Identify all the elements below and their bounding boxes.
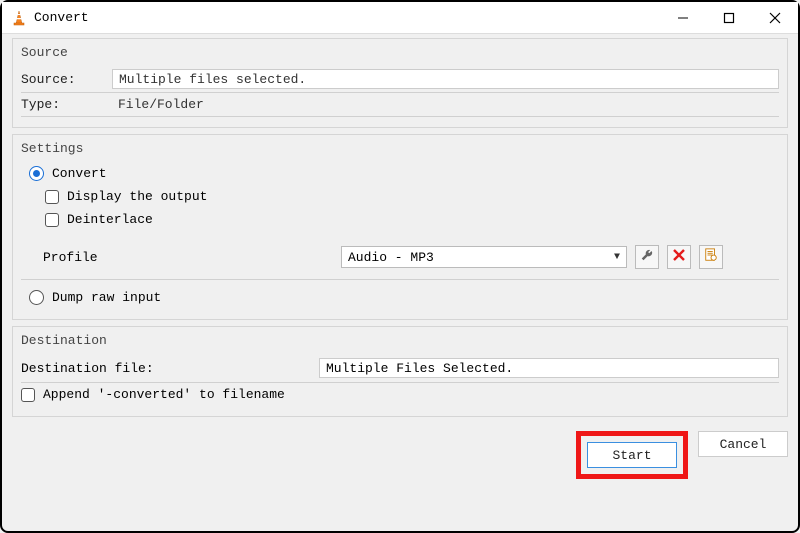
source-label: Source: [21, 72, 106, 87]
type-label: Type: [21, 97, 106, 112]
edit-profile-button[interactable] [635, 245, 659, 269]
wrench-icon [640, 248, 654, 266]
vlc-cone-icon [10, 9, 28, 27]
settings-group-label: Settings [13, 135, 787, 158]
destination-label: Destination file: [21, 361, 311, 376]
profile-dropdown[interactable]: Audio - MP3 ▼ [341, 246, 627, 268]
dump-raw-label: Dump raw input [52, 290, 161, 305]
destination-file-input[interactable]: Multiple Files Selected. [319, 358, 779, 378]
titlebar: Convert [2, 2, 798, 34]
new-profile-button[interactable] [699, 245, 723, 269]
convert-radio[interactable] [29, 166, 44, 181]
display-output-checkbox[interactable] [45, 190, 59, 204]
source-value: Multiple files selected. [119, 72, 306, 87]
chevron-down-icon: ▼ [614, 252, 620, 263]
button-bar: Start Cancel [2, 429, 798, 487]
window-title: Convert [34, 10, 89, 25]
append-converted-row[interactable]: Append '-converted' to filename [21, 383, 779, 406]
profile-label: Profile [43, 250, 333, 265]
convert-radio-row[interactable]: Convert [21, 162, 779, 185]
display-output-label: Display the output [67, 189, 207, 204]
settings-group: Settings Convert Display the output Dein… [12, 134, 788, 320]
append-converted-checkbox[interactable] [21, 388, 35, 402]
source-group: Source Source: Multiple files selected. … [12, 38, 788, 128]
minimize-button[interactable] [660, 3, 706, 33]
convert-radio-label: Convert [52, 166, 107, 181]
destination-value: Multiple Files Selected. [326, 361, 513, 376]
display-output-row[interactable]: Display the output [21, 185, 779, 208]
delete-profile-button[interactable] [667, 245, 691, 269]
destination-group-label: Destination [13, 327, 787, 350]
source-group-label: Source [13, 39, 787, 62]
type-value: File/Folder [112, 96, 779, 113]
start-button[interactable]: Start [587, 442, 677, 468]
dump-raw-radio-row[interactable]: Dump raw input [21, 286, 779, 309]
destination-group: Destination Destination file: Multiple F… [12, 326, 788, 417]
cancel-button[interactable]: Cancel [698, 431, 788, 457]
source-value-field: Multiple files selected. [112, 69, 779, 89]
maximize-button[interactable] [706, 3, 752, 33]
start-button-highlight: Start [576, 431, 688, 479]
close-button[interactable] [752, 3, 798, 33]
append-converted-label: Append '-converted' to filename [43, 387, 285, 402]
deinterlace-row[interactable]: Deinterlace [21, 208, 779, 231]
profile-value: Audio - MP3 [348, 250, 434, 265]
deinterlace-checkbox[interactable] [45, 213, 59, 227]
deinterlace-label: Deinterlace [67, 212, 153, 227]
dump-raw-radio[interactable] [29, 290, 44, 305]
document-icon [704, 248, 718, 266]
x-icon [673, 249, 685, 265]
